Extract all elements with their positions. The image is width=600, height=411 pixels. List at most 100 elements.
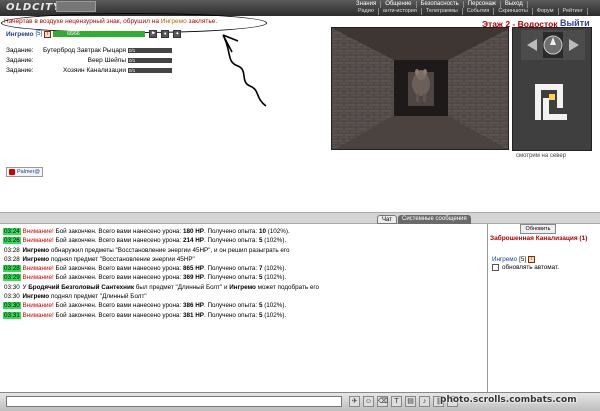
- refresh-button[interactable]: Обновить: [520, 224, 556, 234]
- chat-time[interactable]: 03:28: [3, 247, 21, 254]
- player-marker: [549, 94, 555, 100]
- tab-chat[interactable]: Чат: [377, 215, 397, 224]
- chat-time[interactable]: 03:30: [3, 293, 21, 300]
- chat-time[interactable]: 03:29: [3, 274, 21, 282]
- chat-damage: 865 HP: [182, 265, 204, 273]
- quest-progress-text: 0/1: [129, 67, 136, 73]
- chat-text: (102%).: [265, 228, 290, 235]
- chat-text: . Получено опыта:: [203, 311, 259, 319]
- hp-bar: 66/66: [53, 31, 146, 37]
- chat-player-name[interactable]: Ингремо: [23, 293, 50, 300]
- chat-text: был предмет "Длинный Болт" и: [134, 283, 230, 291]
- status-icon[interactable]: ✦: [173, 30, 182, 38]
- chat-warning: Внимание!: [22, 311, 54, 319]
- dungeon-view[interactable]: [331, 27, 509, 150]
- private-chat-button[interactable]: Palmer@: [6, 167, 44, 177]
- auto-refresh-checkbox[interactable]: [492, 264, 499, 271]
- nav-subitem[interactable]: Форум: [533, 8, 559, 15]
- send-icon[interactable]: ✈: [349, 396, 360, 407]
- player-info-icon[interactable]: i: [44, 30, 52, 38]
- chat-text: . Получено опыта:: [203, 237, 259, 245]
- chat-text: (102%).: [262, 237, 287, 245]
- private-chat-user: Palmer@: [17, 169, 41, 175]
- chat-time[interactable]: 03:30: [3, 302, 21, 310]
- quest-row: Задание: Бутерброд Завтрак Рыцаря 0/1: [6, 45, 178, 55]
- nav-item[interactable]: Знания: [352, 1, 382, 8]
- chat-player-name[interactable]: Ингремо: [23, 256, 50, 263]
- compass-control[interactable]: [521, 30, 585, 60]
- nav-item[interactable]: Персонаж: [464, 1, 501, 8]
- chat-player-name[interactable]: Ингремо: [23, 247, 50, 254]
- chat-line: 03:30 У Бродячий Безголовый Сантехник бы…: [3, 283, 481, 292]
- nav-subitem[interactable]: Телеграммы: [422, 8, 463, 15]
- quest-progress-bar: 0/1: [128, 47, 172, 53]
- private-chat-icon: [9, 169, 15, 175]
- sound-icon[interactable]: ♪: [419, 396, 430, 407]
- quest-name[interactable]: Бутерброд Завтрак Рыцаря: [40, 47, 128, 54]
- chat-text: поднял предмет "Восстановление энергии 4…: [49, 255, 195, 263]
- chat-line: 03:30 Ингремо поднял предмет "Длинный Бо…: [3, 292, 481, 301]
- chat-text: обнаружил предметы "Восстановление энерг…: [49, 246, 290, 254]
- chat-time[interactable]: 03:24: [3, 228, 21, 235]
- secondary-menu: Радио анти-история Телеграммы События Скринш…: [354, 8, 588, 15]
- chat-line: 03:28 Внимание! Бой закончен. Всего вами…: [3, 264, 481, 273]
- chat-line: 03:24 Внимание! Бой закончен. Всего вами…: [3, 227, 481, 236]
- nav-item[interactable]: Безопасность: [417, 1, 464, 8]
- chat-player-name[interactable]: Ингремо: [229, 284, 256, 291]
- nav-item[interactable]: Общение: [381, 1, 417, 8]
- chat-text: . Получено опыта:: [203, 228, 259, 235]
- chat-time[interactable]: 03:31: [3, 311, 21, 319]
- chat-time[interactable]: 03:28: [3, 256, 21, 263]
- quest-progress-text: 0/1: [129, 57, 136, 63]
- logo-banner: [56, 1, 96, 12]
- quest-progress-bar: 0/1: [128, 57, 172, 63]
- nav-subitem[interactable]: Скриншоты: [494, 8, 533, 15]
- chat-text: Бой закончен. Всего вами нанесено урона:: [53, 274, 183, 282]
- nav-subitem[interactable]: Рейтинг: [559, 8, 588, 15]
- chat-damage: 369 HP: [182, 274, 204, 282]
- chat-text: Бой закончен. Всего вами нанесено урона:: [53, 311, 183, 319]
- nav-subitem[interactable]: Радио: [354, 8, 379, 15]
- room-user-level: [5]: [519, 256, 527, 263]
- smile-icon[interactable]: ☺: [363, 396, 374, 407]
- auto-refresh[interactable]: обновлять автомат.: [492, 264, 559, 271]
- tab-system-messages[interactable]: Системные сообщения: [398, 215, 471, 224]
- chat-text: поднял предмет "Длинный Болт": [49, 293, 147, 301]
- clear-icon[interactable]: ⌫: [377, 396, 388, 407]
- chat-npc-name[interactable]: Бродячий Безголовый Сантехник: [28, 284, 134, 291]
- quest-label: Задание:: [6, 56, 34, 64]
- quest-row: Задание: Веер Шейпы 0/1: [6, 55, 178, 65]
- inventory-icon[interactable]: ♦: [161, 30, 170, 38]
- chat-line: 03:31 Внимание! Бой закончен. Всего вами…: [3, 311, 481, 320]
- translit-icon[interactable]: T: [391, 396, 402, 407]
- chat-text: может подобрать его: [255, 283, 320, 291]
- nav-subitem[interactable]: анти-история: [379, 8, 422, 15]
- quest-progress-bar: 0/1: [128, 67, 172, 73]
- filter-icon[interactable]: ▤: [405, 396, 416, 407]
- chat-time[interactable]: 03:26: [3, 237, 21, 245]
- nav-item[interactable]: Выход: [501, 1, 528, 8]
- quest-progress-text: 0/1: [129, 47, 136, 53]
- nav-subitem[interactable]: События: [463, 8, 495, 15]
- chat-divider: [0, 212, 600, 224]
- quest-name[interactable]: Хозяин Канализации: [40, 67, 128, 74]
- chat-time[interactable]: 03:30: [3, 284, 21, 291]
- quest-label: Задание:: [6, 46, 34, 54]
- chat-exp: 10: [258, 228, 266, 235]
- chat-time[interactable]: 03:28: [3, 265, 21, 273]
- quest-label: Задание:: [6, 66, 34, 74]
- player-name[interactable]: Ингремо: [6, 31, 34, 38]
- room-user-info-icon[interactable]: i: [528, 256, 536, 263]
- room-user-name[interactable]: Ингремо: [492, 256, 517, 263]
- chat-text: . Получено опыта:: [203, 274, 259, 282]
- chat-log: 03:24 Внимание! Бой закончен. Всего вами…: [3, 227, 481, 392]
- quest-name[interactable]: Веер Шейпы: [40, 57, 128, 64]
- effect-icon[interactable]: ⚑: [149, 30, 158, 38]
- room-user[interactable]: Ингремо [5] i: [492, 256, 536, 263]
- chat-text: Бой закончен. Всего вами нанесено урона:: [53, 228, 183, 235]
- room-title: Заброшенная Канализация (1): [490, 235, 588, 242]
- chat-text: (102%).: [262, 311, 287, 319]
- minimap[interactable]: [512, 27, 592, 151]
- chat-input[interactable]: [6, 396, 342, 407]
- quest-row: Задание: Хозяин Канализации 0/1: [6, 65, 178, 75]
